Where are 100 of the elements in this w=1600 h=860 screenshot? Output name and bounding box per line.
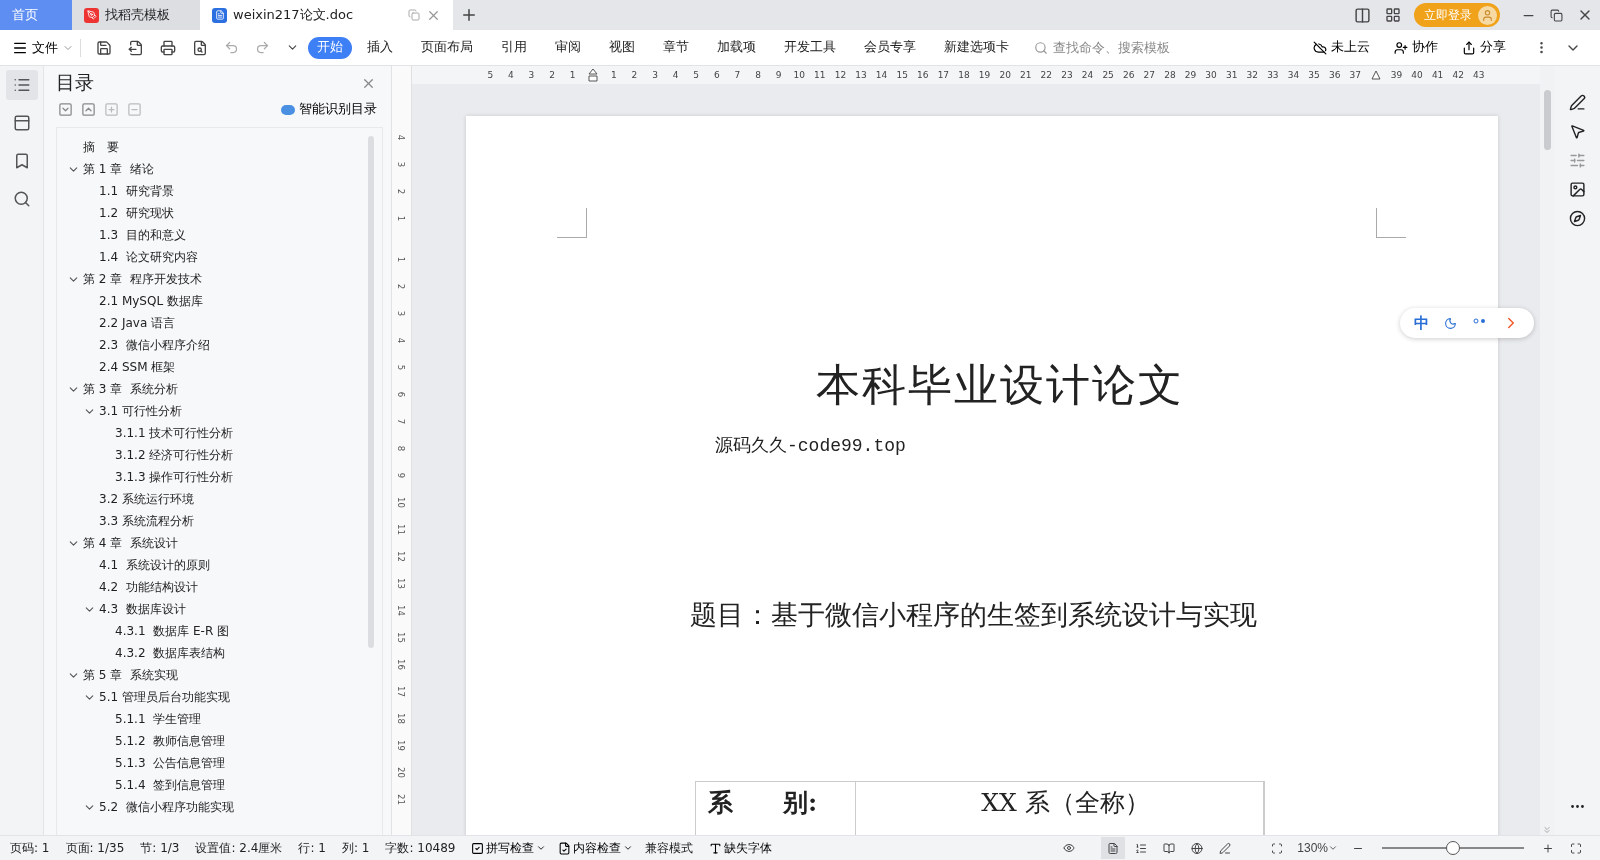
ribbon-tab[interactable]: 开始: [308, 36, 352, 59]
toc-item[interactable]: 1.2 研究现状: [99, 204, 174, 222]
outline-button[interactable]: [5, 70, 38, 100]
tab[interactable]: weixin217论文.doc: [200, 0, 453, 30]
toolbar-action[interactable]: 分享: [1456, 38, 1512, 57]
print-icon[interactable]: [160, 39, 176, 56]
reading-view-icon[interactable]: [1163, 840, 1176, 856]
toc-item[interactable]: 5.1.3 公告信息管理: [115, 754, 226, 772]
file-menu[interactable]: 文件: [12, 38, 81, 57]
new-tab-button[interactable]: [460, 6, 478, 24]
ruler-number: 10: [395, 497, 408, 508]
ruler-number: 14: [395, 605, 408, 616]
preview-icon[interactable]: [192, 39, 208, 56]
ruler-number: 36: [1327, 70, 1342, 80]
fit-icon[interactable]: [1271, 840, 1284, 856]
fullscreen-icon[interactable]: [1570, 840, 1582, 856]
toc-item[interactable]: 第 4 章 系统设计: [83, 534, 178, 552]
toc-item[interactable]: 第 3 章 系统分析: [83, 380, 178, 398]
ribbon-tab[interactable]: 引用: [492, 36, 536, 59]
ribbon-tab[interactable]: 视图: [600, 36, 644, 59]
status-button[interactable]: 拼写检查: [471, 839, 547, 857]
slider-thumb[interactable]: [1446, 841, 1460, 855]
web-view-icon[interactable]: [1191, 840, 1204, 856]
toc-item[interactable]: 摘 要: [83, 138, 119, 156]
toc-item[interactable]: 3.1 可行性分析: [99, 402, 182, 420]
ribbon-tab[interactable]: 开发工具: [775, 36, 845, 59]
smart-toc-button[interactable]: 智能识别目录: [275, 100, 383, 119]
zoom-select[interactable]: 130%: [1291, 840, 1344, 856]
ruler-number: 2: [395, 188, 408, 195]
ribbon-tab[interactable]: 新建选项卡: [935, 36, 1018, 59]
toc-item[interactable]: 4.3.1 数据库 E-R 图: [115, 622, 230, 640]
ribbon-tab[interactable]: 加载项: [708, 36, 765, 59]
toc-item[interactable]: 4.3.2 数据库表结构: [115, 644, 226, 662]
ribbon-tab[interactable]: 审阅: [546, 36, 590, 59]
ribbon-tab[interactable]: 页面布局: [412, 36, 482, 59]
sliders-icon[interactable]: [1568, 152, 1586, 169]
scroll-thumb[interactable]: [1543, 90, 1551, 150]
ruler-number: 23: [1060, 70, 1074, 80]
page-view-button[interactable]: [1101, 837, 1126, 859]
ruler-number: 33: [1266, 70, 1280, 80]
toc-item[interactable]: 2.1 MySQL 数据库: [99, 292, 203, 310]
panel-icon[interactable]: [12, 114, 31, 132]
ribbon-tab[interactable]: 插入: [358, 36, 402, 59]
toc-item[interactable]: 第 2 章 程序开发技术: [83, 270, 202, 288]
ruler-number: 26: [1121, 70, 1136, 80]
toc-item[interactable]: 3.2 系统运行环境: [99, 490, 194, 508]
search-field[interactable]: 查找命令、搜索模板: [1034, 39, 1211, 56]
toc-item[interactable]: 5.1.1 学生管理: [115, 710, 202, 728]
toc-item[interactable]: 5.1.2 教师信息管理: [115, 732, 226, 750]
export-icon[interactable]: [128, 39, 144, 56]
ruler-number: 24: [1080, 70, 1095, 80]
toc-item[interactable]: 5.2 微信小程序功能实现: [99, 798, 234, 816]
scrollbar[interactable]: [368, 136, 374, 648]
status-text: 设置值: 2.4厘米: [195, 839, 283, 857]
toc-item[interactable]: 4.2 功能结构设计: [99, 578, 198, 596]
collapse-all-icon[interactable]: [81, 102, 96, 117]
tab[interactable]: 找稻壳模板: [72, 0, 200, 30]
pen-icon[interactable]: [1568, 94, 1586, 111]
ribbon-tab[interactable]: 会员专享: [855, 36, 925, 59]
expand-all-icon[interactable]: [58, 102, 73, 117]
toc-item[interactable]: 3.1.2 经济可行性分析: [115, 446, 234, 464]
document-title: 本科毕业设计论文: [816, 358, 1185, 412]
page-view-icon[interactable]: [1107, 840, 1120, 856]
ruler-number: 11: [395, 524, 408, 535]
ribbon-tab[interactable]: 章节: [654, 36, 698, 59]
toolbar-action[interactable]: 未上云: [1307, 38, 1376, 57]
toc-item[interactable]: 4.1 系统设计的原则: [99, 556, 210, 574]
save-icon[interactable]: [96, 39, 112, 56]
toc-item[interactable]: 3.1.1 技术可行性分析: [115, 424, 234, 442]
toc-item[interactable]: 1.1 研究背景: [99, 182, 174, 200]
status-button[interactable]: 内容检查: [558, 839, 634, 857]
toc-item[interactable]: 2.2 Java 语言: [99, 314, 176, 332]
toc-item[interactable]: 第 1 章 绪论: [83, 160, 154, 178]
toc-item[interactable]: 3.1.3 操作可行性分析: [115, 468, 234, 486]
outline-icon[interactable]: [12, 76, 31, 94]
cursor-icon[interactable]: [1568, 123, 1586, 140]
toc-item[interactable]: 2.3 微信小程序介绍: [99, 336, 210, 354]
ruler-number: 32: [1245, 70, 1259, 80]
toc-item[interactable]: 1.3 目的和意义: [99, 226, 186, 244]
toolbar-action[interactable]: 协作: [1388, 38, 1444, 57]
grid-icon[interactable]: [1385, 7, 1401, 23]
image-icon[interactable]: [1568, 181, 1586, 198]
ruler-number: 18: [395, 713, 408, 724]
toc-item[interactable]: 第 5 章 系统实现: [83, 666, 178, 684]
ruler-number: 43: [1472, 70, 1486, 80]
search-icon[interactable]: [12, 190, 31, 208]
toc-item[interactable]: 5.1 管理员后台功能实现: [99, 688, 230, 706]
toc-item[interactable]: 3.3 系统流程分析: [99, 512, 194, 530]
ruler-number: 15: [895, 70, 909, 80]
moon-icon[interactable]: [1444, 316, 1458, 330]
compass-icon[interactable]: [1568, 210, 1586, 227]
input-mode[interactable]: 中: [1413, 313, 1429, 333]
toc-item[interactable]: 1.4 论文研究内容: [99, 248, 198, 266]
ruler-number: 39: [1389, 70, 1404, 80]
toc-item[interactable]: 2.4 SSM 框架: [99, 358, 176, 376]
toc-item[interactable]: 4.3 数据库设计: [99, 600, 186, 618]
layout-icon[interactable]: [1354, 6, 1371, 24]
status-button[interactable]: 缺失字体: [709, 839, 773, 857]
restore-icon[interactable]: [1550, 8, 1563, 22]
toc-item[interactable]: 5.1.4 签到信息管理: [115, 776, 226, 794]
